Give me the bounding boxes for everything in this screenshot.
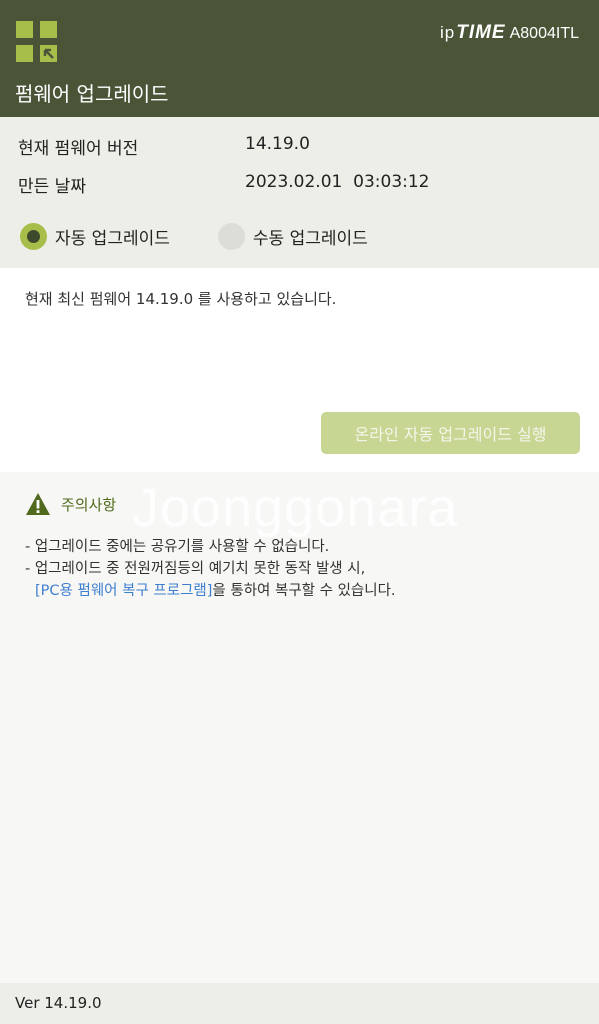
radio-manual-label: 수동 업그레이드 xyxy=(252,229,368,249)
build-date-value: 2023.02.01 03:03:12 xyxy=(245,172,430,192)
radio-auto-label: 자동 업그레이드 xyxy=(55,229,170,249)
build-date-row: 만든 날짜 2023.02.01 03:03:12 xyxy=(18,172,430,197)
current-version-row: 현재 펌웨어 버전 14.19.0 xyxy=(18,134,310,159)
upgrade-mode-group: 자동 업그레이드 수동 업그레이드 xyxy=(20,223,416,250)
current-version-label: 현재 펌웨어 버전 xyxy=(18,139,139,159)
iptime-logo-icon xyxy=(16,21,58,63)
brand-time: TIME xyxy=(456,22,506,43)
note-item-text: 을 통하여 복구할 수 있습니다. xyxy=(212,583,396,599)
recovery-program-link[interactable]: [PC용 펌웨어 복구 프로그램] xyxy=(35,583,212,599)
current-version-value: 14.19.0 xyxy=(245,134,310,154)
page-title: 펌웨어 업그레이드 xyxy=(15,82,169,106)
footer: Ver 14.19.0 xyxy=(0,983,599,1024)
firmware-info-panel: 현재 펌웨어 버전 14.19.0 만든 날짜 2023.02.01 03:03… xyxy=(0,117,599,268)
note-item: [PC용 펌웨어 복구 프로그램]을 통하여 복구할 수 있습니다. xyxy=(25,580,396,602)
caution-notes: - 업그레이드 중에는 공유기를 사용할 수 없습니다. - 업그레이드 중 전… xyxy=(25,536,396,602)
build-date-label: 만든 날짜 xyxy=(18,177,86,197)
app-header: ip TIME A8004ITL 펌웨어 업그레이드 xyxy=(0,0,599,117)
note-item: - 업그레이드 중 전원꺼짐등의 예기치 못한 동작 발생 시, xyxy=(25,561,366,577)
caution-title: 주의사항 xyxy=(61,495,117,514)
radio-checked-icon[interactable] xyxy=(20,223,47,250)
caution-section: Joonggonara 주의사항 - 업그레이드 중에는 공유기를 사용할 수 … xyxy=(0,472,599,983)
status-message: 현재 최신 펌웨어 14.19.0 를 사용하고 있습니다. xyxy=(25,290,337,308)
warning-icon xyxy=(26,493,50,515)
radio-unchecked-icon[interactable] xyxy=(217,223,245,250)
radio-manual-upgrade[interactable]: 수동 업그레이드 xyxy=(217,223,368,250)
brand-ip: ip xyxy=(439,23,456,42)
radio-auto-upgrade[interactable]: 자동 업그레이드 xyxy=(20,223,170,250)
note-item: - 업그레이드 중에는 공유기를 사용할 수 없습니다. xyxy=(25,539,330,555)
run-online-upgrade-button[interactable]: 온라인 자동 업그레이드 실행 xyxy=(321,412,580,454)
upgrade-status-panel: 현재 최신 펌웨어 14.19.0 를 사용하고 있습니다. 온라인 자동 업그… xyxy=(0,268,599,472)
brand-logo: ip TIME A8004ITL xyxy=(440,22,579,44)
caution-header: 주의사항 xyxy=(25,492,116,516)
watermark: Joonggonara xyxy=(132,478,459,538)
version-label: Ver 14.19.0 xyxy=(15,994,102,1012)
model-name: A8004ITL xyxy=(509,25,579,42)
